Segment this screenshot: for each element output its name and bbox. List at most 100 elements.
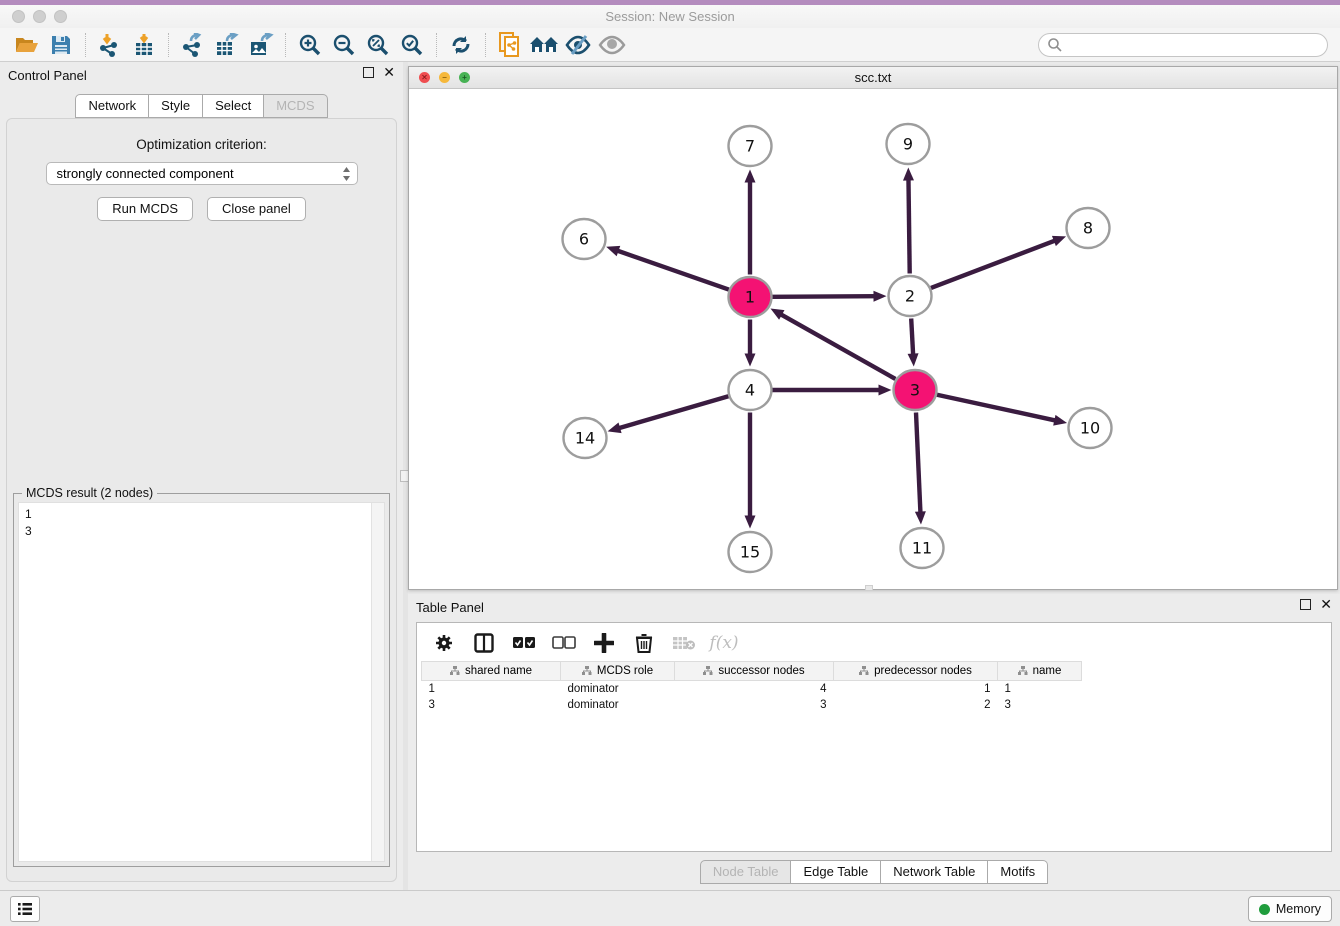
column-type-icon — [1018, 666, 1028, 676]
export-table-icon[interactable] — [210, 31, 244, 59]
zoom-in-icon[interactable] — [293, 31, 327, 59]
export-network-icon[interactable] — [176, 31, 210, 59]
zoom-out-icon[interactable] — [327, 31, 361, 59]
edge-2-8[interactable] — [931, 240, 1056, 288]
column-header-predecessor-nodes[interactable]: predecessor nodes — [834, 662, 998, 681]
table-cell[interactable]: 4 — [675, 681, 834, 697]
delete-column-icon[interactable] — [631, 632, 657, 654]
memory-label: Memory — [1276, 902, 1321, 916]
table-cell[interactable]: dominator — [561, 697, 675, 713]
edge-arrowhead — [908, 353, 919, 366]
select-chevrons-icon — [342, 166, 351, 182]
save-session-icon[interactable] — [44, 31, 78, 59]
column-layout-icon[interactable] — [471, 632, 497, 654]
import-network-icon[interactable] — [93, 31, 127, 59]
table-cell[interactable]: 1 — [834, 681, 998, 697]
mcds-panel: Optimization criterion: strongly connect… — [6, 118, 397, 882]
float-table-panel-icon[interactable] — [1300, 599, 1311, 610]
edge-arrowhead — [903, 167, 914, 180]
table-cell[interactable]: 2 — [834, 697, 998, 713]
table-cell[interactable]: 1 — [422, 681, 561, 697]
table-cell[interactable]: 3 — [422, 697, 561, 713]
zoom-selected-icon[interactable] — [395, 31, 429, 59]
column-header-MCDS-role[interactable]: MCDS role — [561, 662, 675, 681]
network-canvas[interactable]: 7968124314101511 — [409, 89, 1337, 589]
settings-gear-icon[interactable] — [431, 632, 457, 654]
edge-2-3[interactable] — [911, 318, 913, 355]
import-table-icon[interactable] — [127, 31, 161, 59]
edge-3-10[interactable] — [937, 395, 1056, 421]
close-panel-button[interactable]: Close panel — [207, 197, 306, 221]
column-header-name[interactable]: name — [998, 662, 1082, 681]
control-panel: Control Panel ✕ NetworkStyleSelectMCDS O… — [0, 62, 403, 890]
graph-node-label: 15 — [740, 543, 760, 562]
graph-node-label: 7 — [745, 137, 755, 156]
criterion-select[interactable]: strongly connected component — [46, 162, 358, 185]
search-input[interactable] — [1038, 33, 1328, 57]
function-builder-icon: f(x) — [711, 632, 737, 654]
tab-edge-table[interactable]: Edge Table — [791, 860, 881, 884]
table-cell[interactable]: 3 — [675, 697, 834, 713]
table-panel-title: Table Panel — [416, 600, 484, 615]
network-resize-grip[interactable] — [865, 585, 873, 591]
tab-select[interactable]: Select — [203, 94, 264, 118]
graph-node-label: 11 — [912, 539, 932, 558]
table-tabs: Node TableEdge TableNetwork TableMotifs — [408, 860, 1340, 884]
edge-1-2[interactable] — [772, 296, 875, 297]
table-row[interactable]: 3dominator323 — [422, 697, 1082, 713]
tab-motifs[interactable]: Motifs — [988, 860, 1048, 884]
run-mcds-button[interactable]: Run MCDS — [97, 197, 193, 221]
network-window-titlebar[interactable]: ✕ − + scc.txt — [409, 67, 1337, 89]
hide-graphics-icon[interactable] — [561, 31, 595, 59]
column-header-shared-name[interactable]: shared name — [422, 662, 561, 681]
mcds-result-text[interactable]: 1 3 — [19, 503, 371, 861]
edge-2-9[interactable] — [908, 178, 909, 273]
graph-node-label: 6 — [579, 230, 589, 249]
table-row[interactable]: 1dominator411 — [422, 681, 1082, 697]
edge-arrowhead — [606, 246, 620, 256]
search-icon — [1047, 37, 1063, 53]
graph-node-label: 1 — [745, 288, 755, 307]
table-cell[interactable]: 3 — [998, 697, 1082, 713]
column-type-icon — [582, 666, 592, 676]
network-graph[interactable]: 7968124314101511 — [409, 89, 1337, 589]
close-table-panel-icon[interactable]: ✕ — [1320, 599, 1332, 610]
table-toolbar: f(x) — [417, 623, 1331, 661]
select-all-icon[interactable] — [511, 632, 537, 654]
open-session-icon[interactable] — [10, 31, 44, 59]
tab-network[interactable]: Network — [75, 94, 149, 118]
table-cell[interactable]: dominator — [561, 681, 675, 697]
graph-node-label: 4 — [745, 381, 755, 400]
show-graphics-icon[interactable] — [595, 31, 629, 59]
edge-3-1[interactable] — [780, 314, 895, 379]
tab-node-table[interactable]: Node Table — [700, 860, 792, 884]
graph-node-label: 2 — [905, 287, 915, 306]
float-panel-icon[interactable] — [363, 67, 374, 78]
toolbar-separator — [285, 33, 286, 57]
memory-button[interactable]: Memory — [1248, 896, 1332, 922]
table-cell[interactable]: 1 — [998, 681, 1082, 697]
tab-network-table[interactable]: Network Table — [881, 860, 988, 884]
node-table[interactable]: shared nameMCDS rolesuccessor nodesprede… — [421, 661, 1082, 713]
export-image-icon[interactable] — [244, 31, 278, 59]
column-header-successor-nodes[interactable]: successor nodes — [675, 662, 834, 681]
edge-1-6[interactable] — [617, 250, 729, 289]
edge-4-14[interactable] — [618, 396, 728, 428]
duplicate-network-icon[interactable] — [493, 31, 527, 59]
close-panel-icon[interactable]: ✕ — [383, 67, 395, 78]
refresh-icon[interactable] — [444, 31, 478, 59]
control-panel-title: Control Panel — [8, 68, 87, 83]
graph-node-label: 9 — [903, 135, 913, 154]
home-icon[interactable] — [527, 31, 561, 59]
tab-mcds[interactable]: MCDS — [264, 94, 327, 118]
tab-style[interactable]: Style — [149, 94, 203, 118]
result-scrollbar[interactable] — [371, 503, 384, 861]
network-window-title: scc.txt — [409, 70, 1337, 85]
task-history-button[interactable] — [10, 896, 40, 922]
add-column-icon[interactable] — [591, 632, 617, 654]
edge-3-11[interactable] — [916, 412, 920, 513]
graph-node-label: 8 — [1083, 219, 1093, 238]
deselect-all-icon[interactable] — [551, 632, 577, 654]
window-title: Session: New Session — [0, 9, 1340, 24]
zoom-fit-icon[interactable] — [361, 31, 395, 59]
